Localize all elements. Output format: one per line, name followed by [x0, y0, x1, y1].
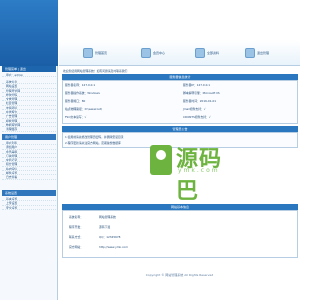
nav-home-button[interactable]: 管理首页: [83, 46, 107, 60]
notice-line: 2.程序更新请关注官方网站，定期备份数据库: [65, 141, 121, 145]
nav-logout-label: 退出管理: [257, 51, 270, 55]
sidebar-header-main[interactable]: 管理菜单 | 退出: [2, 66, 56, 72]
info-value: QQ：12345678: [99, 235, 121, 239]
watermark-icon: [150, 145, 172, 175]
system-row-right: Jmail组件支持：√: [183, 107, 206, 111]
sidebar-header-main-label: 管理菜单 | 退出: [5, 67, 26, 71]
member-icon: [141, 48, 151, 58]
nav-all-button[interactable]: 全部资料: [195, 46, 219, 60]
system-row-right: 脚本解释引擎：Microsoft IIS: [183, 91, 220, 95]
info-panel: 系统名称： 网站管理系统 程序开发： 源码下载 联系方式： QQ：1234567…: [62, 210, 298, 258]
system-row-right: 服务器时间：2016-01-01: [183, 99, 217, 103]
top-navigation: 管理首页 会员中心 全部资料 退出管理: [59, 40, 300, 66]
sidebar-header-users-label: 用户管理: [5, 135, 18, 139]
logout-icon: [245, 48, 255, 58]
sidebar-item[interactable]: 清理缓存: [2, 127, 56, 132]
system-row-left: 服务器端口：80: [65, 99, 86, 103]
sidebar-list-b: 用户列表 添加用户 会员等级 订单管理 充值记录 积分管理 站内短信 邮件设置 日志查看: [2, 141, 56, 180]
nav-home-label: 管理首页: [95, 51, 108, 55]
system-row-left: 站点物理路径：D:\wwwroot\: [65, 107, 103, 111]
nav-member-label: 会员中心: [153, 51, 166, 55]
info-label: 系统名称：: [69, 215, 83, 219]
sidebar-header-users[interactable]: 用户管理: [2, 134, 56, 140]
system-row-left: 服务器名称：127.0.0.1: [65, 83, 96, 87]
sidebar-header-settings-label: 系统设置: [5, 191, 18, 195]
sidebar-list-a: 系统信息 网站设置 管理员管理 修改密码 文章管理 栏目管理 友情链接 在线留言 广告管理 模板管…: [2, 80, 56, 132]
section-info-title: 网站基本信息: [170, 205, 189, 209]
sidebar-item[interactable]: 安全设置: [2, 206, 56, 210]
sidebar-list-c: 基本设置 上传设置 安全设置: [2, 197, 56, 210]
sidebar: 管理菜单 | 退出 用户：admin 系统信息 网站设置 管理员管理 修改密码 文章管理…: [0, 0, 58, 300]
welcome-line: 欢迎您使用网站管理系统！如有问题请及时联系我们: [63, 69, 128, 73]
watermark-logo: 源码巴 ymk.com: [150, 141, 234, 204]
info-value: 网站管理系统: [99, 215, 116, 219]
footer-copyright: Copyright © 网站管理系统 All Rights Reserved: [145, 273, 214, 277]
system-row-right: 服务器IP：127.0.0.1: [183, 83, 211, 87]
section-system-title: 服务器信息统计: [169, 75, 191, 79]
sidebar-user-row: 用户：admin: [2, 73, 56, 78]
nav-member-button[interactable]: 会员中心: [141, 46, 165, 60]
system-info-table: 服务器名称：127.0.0.1 服务器IP：127.0.0.1 服务器操作系统：…: [62, 80, 298, 124]
notice-line: 1.使用前请先修改管理员密码，并删除安装目录: [65, 135, 124, 139]
sidebar-item[interactable]: 日志查看: [2, 175, 56, 180]
system-row-left: FSO文本读写：√: [65, 115, 87, 119]
info-value: 源码下载: [99, 225, 111, 229]
info-label: 官方网站：: [69, 245, 83, 249]
system-row-right: CDONTS组件支持：√: [183, 115, 211, 119]
nav-logout-button[interactable]: 退出管理: [245, 46, 269, 60]
admin-page: 管理菜单 | 退出 用户：admin 系统信息 网站设置 管理员管理 修改密码 文章管理…: [0, 0, 300, 300]
system-row-left: 服务器操作系统：Windows: [65, 91, 100, 95]
footer: Copyright © 网站管理系统 All Rights Reserved: [59, 272, 300, 278]
info-label: 程序开发：: [69, 225, 83, 229]
watermark-subtitle: ymk.com: [178, 167, 220, 174]
sidebar-header-settings[interactable]: 系统设置: [2, 190, 56, 196]
logo-banner: [0, 0, 58, 66]
website-link[interactable]: http://www.ymk.com: [99, 245, 128, 249]
nav-all-label: 全部资料: [207, 51, 220, 55]
info-label: 联系方式：: [69, 235, 83, 239]
section-notice-title: 管理员公告: [172, 127, 188, 131]
sidebar-user-line: 用户：admin: [2, 73, 56, 78]
docs-icon: [195, 48, 205, 58]
home-icon: [83, 48, 93, 58]
